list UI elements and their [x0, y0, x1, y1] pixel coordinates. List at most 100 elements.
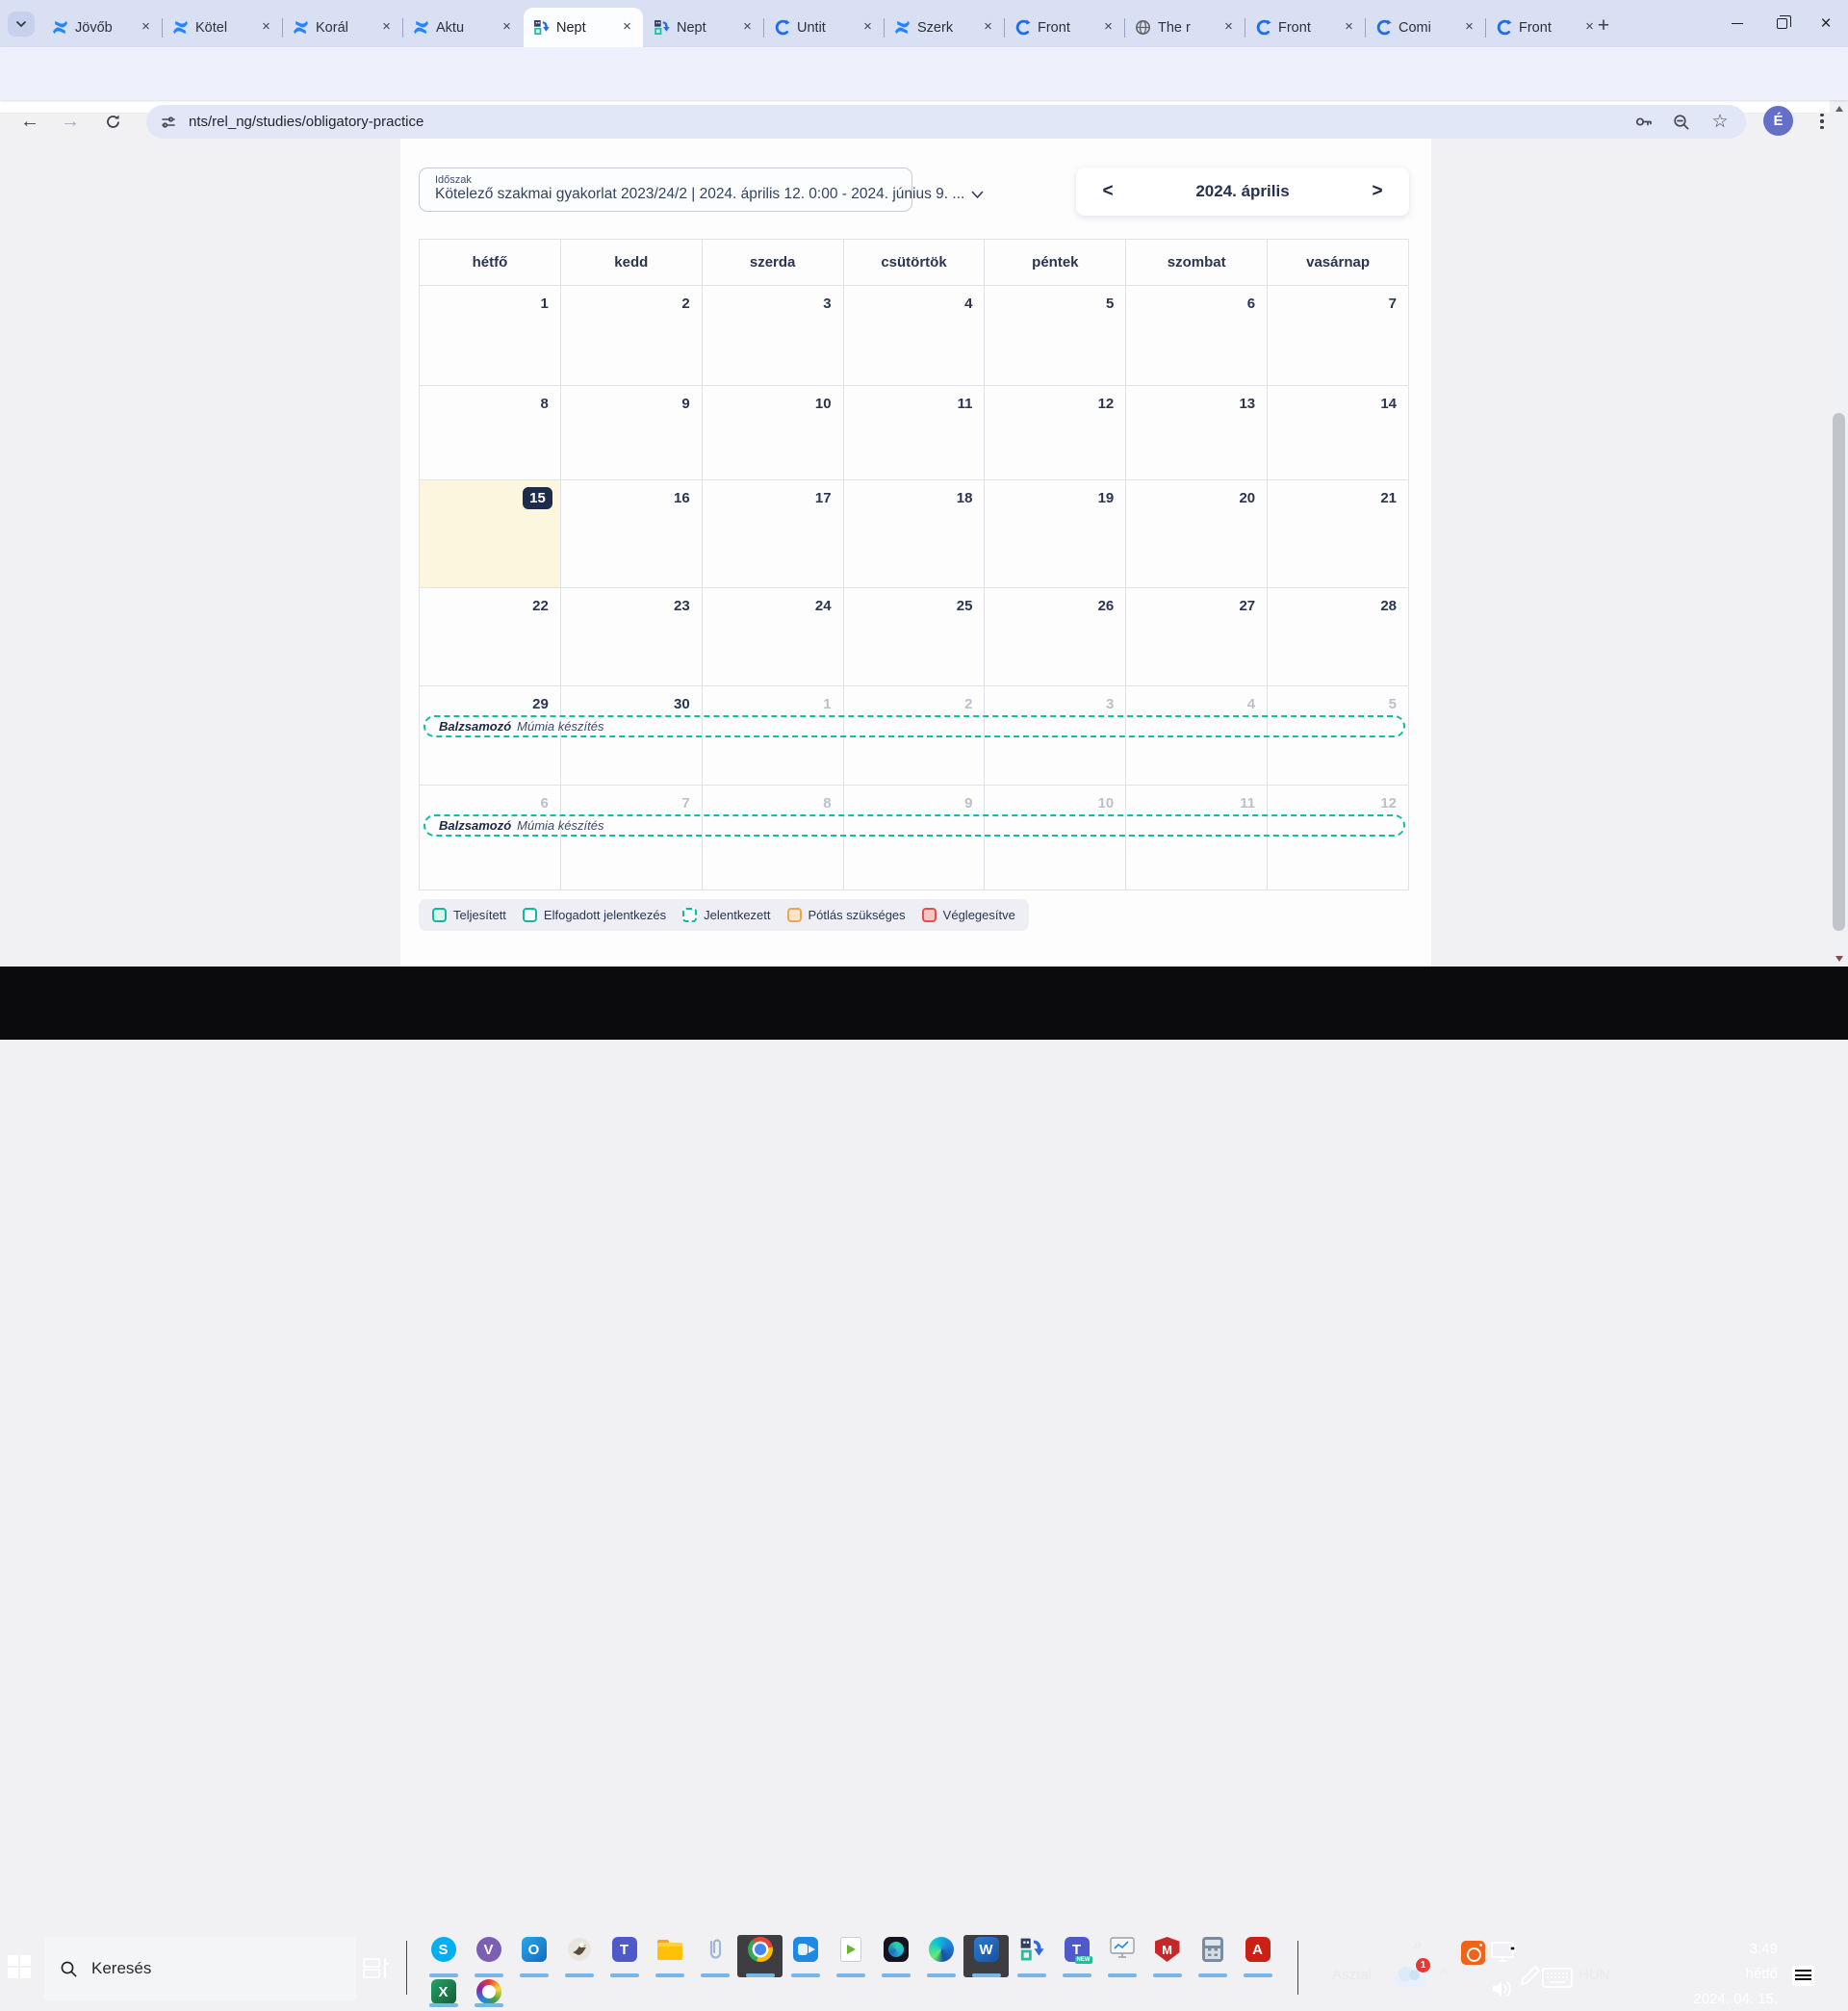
browser-menu-button[interactable] [1813, 108, 1831, 135]
calendar-day[interactable]: 16 [560, 480, 703, 588]
next-month-button[interactable]: > [1365, 181, 1390, 202]
meet-camera-taskbar-button[interactable] [783, 1935, 828, 1977]
browser-tab[interactable]: Szerk × [885, 8, 1004, 47]
calendar-day[interactable]: 4 [843, 286, 986, 386]
folder-taskbar-button[interactable] [647, 1935, 692, 1977]
saved-password-icon[interactable] [1630, 110, 1656, 135]
tab-close-button[interactable]: × [258, 19, 274, 36]
scrollbar-thumb[interactable] [1833, 413, 1845, 931]
zoom-out-icon[interactable] [1669, 110, 1694, 135]
neptun-taskbar-button[interactable] [1009, 1935, 1054, 1977]
pen-tray-icon[interactable] [1517, 1964, 1542, 1996]
hidden-icons-chevron[interactable]: ^ [1440, 1966, 1448, 1983]
tab-close-button[interactable]: × [739, 19, 756, 36]
calendar-day[interactable]: 21 [1268, 480, 1409, 588]
browser-tab[interactable]: Jövőb × [42, 8, 162, 47]
prev-month-button[interactable]: < [1095, 181, 1120, 202]
scroll-up-arrow[interactable] [1830, 100, 1848, 116]
reload-button[interactable] [96, 105, 129, 138]
calendar-day[interactable]: 25 [843, 588, 986, 686]
word-taskbar-button[interactable]: W [963, 1935, 1009, 1977]
period-select[interactable]: Időszak Kötelező szakmai gyakorlat 2023/… [419, 168, 984, 212]
tab-close-button[interactable]: × [1220, 19, 1237, 36]
tab-close-button[interactable]: × [1100, 19, 1116, 36]
calendar-day[interactable]: 22 [420, 588, 561, 686]
paint-taskbar-button[interactable] [466, 1977, 511, 2007]
browser-tab[interactable]: Front × [1486, 8, 1605, 47]
skype-taskbar-button[interactable]: S [421, 1935, 466, 1977]
acrobat-taskbar-button[interactable]: A [1235, 1935, 1280, 1977]
calendar-day[interactable]: 18 [843, 480, 986, 588]
back-button[interactable]: ← [13, 105, 46, 138]
calendar-day[interactable]: 23 [560, 588, 703, 686]
tab-search-button[interactable] [8, 12, 35, 37]
edge-taskbar-button[interactable] [918, 1935, 963, 1977]
calendar-day[interactable]: 13 [1126, 386, 1269, 480]
toolbar-overflow-chevron[interactable]: » [1413, 1935, 1422, 1954]
close-button[interactable]: × [1804, 0, 1848, 47]
calendar-day[interactable]: 1 [420, 286, 561, 386]
network-tray-icon[interactable] [1490, 1941, 1517, 1971]
tab-close-button[interactable]: × [860, 19, 876, 36]
calendar-day[interactable]: 7 [1268, 286, 1409, 386]
task-view-button[interactable] [362, 1954, 391, 1981]
calendar-day[interactable]: 12 [985, 386, 1127, 480]
profile-avatar[interactable]: É [1763, 106, 1793, 136]
taskbar-clock[interactable]: 3:49 hétfő 2024. 04. 15. [1693, 1937, 1778, 2011]
tab-close-button[interactable]: × [1461, 19, 1477, 36]
browser-tab[interactable]: Front × [1245, 8, 1365, 47]
practice-event-bar[interactable]: Balzsamozó Múmia készítés [424, 715, 1405, 737]
tab-close-button[interactable]: × [1341, 19, 1357, 36]
practice-event-bar[interactable]: Balzsamozó Múmia készítés [424, 814, 1405, 837]
calendar-day[interactable]: 24 [702, 588, 844, 686]
calendar-day[interactable]: 20 [1126, 480, 1269, 588]
calendar-day[interactable]: 14 [1268, 386, 1409, 480]
teams-taskbar-button[interactable]: T [602, 1935, 647, 1977]
calendar-day[interactable]: 5 [985, 286, 1127, 386]
calendar-day[interactable]: 10 [985, 786, 1127, 890]
minimize-button[interactable] [1715, 0, 1759, 47]
calendar-day[interactable]: 2 [560, 286, 703, 386]
taskbar-search[interactable]: Keresés [44, 1937, 356, 2000]
outlook-taskbar-button[interactable]: O [511, 1935, 556, 1977]
chrome-taskbar-button[interactable] [737, 1935, 783, 1977]
tab-close-button[interactable]: × [499, 19, 515, 36]
calendar-day[interactable]: 9 [843, 786, 986, 890]
restore-button[interactable] [1759, 0, 1804, 47]
teams-new-taskbar-button[interactable]: T NEW [1054, 1935, 1099, 1977]
calendar-day[interactable]: 19 [985, 480, 1127, 588]
eagle-taskbar-button[interactable] [556, 1935, 602, 1977]
calendar-day[interactable]: 27 [1126, 588, 1269, 686]
calendar-day[interactable]: 6 [420, 786, 561, 890]
calculator-taskbar-button[interactable] [1190, 1935, 1235, 1977]
browser-tab[interactable]: Nept × [644, 8, 763, 47]
calendar-day[interactable]: 11 [843, 386, 986, 480]
calendar-day[interactable]: 6 [1126, 286, 1269, 386]
browser-tab[interactable]: Untit × [764, 8, 884, 47]
calendar-day-today[interactable]: 15 [420, 480, 561, 588]
calendar-day[interactable]: 12 [1268, 786, 1409, 890]
mcafee-taskbar-button[interactable]: M [1144, 1935, 1190, 1977]
calendar-day[interactable]: 17 [702, 480, 844, 588]
calendar-day[interactable]: 28 [1268, 588, 1409, 686]
volume-tray-icon[interactable] [1490, 1977, 1515, 2005]
tab-close-button[interactable]: × [138, 19, 154, 36]
calendar-day[interactable]: 7 [560, 786, 703, 890]
new-tab-button[interactable]: + [1590, 13, 1617, 40]
browser-tab[interactable]: The r × [1125, 8, 1245, 47]
calendar-day[interactable]: 9 [560, 386, 703, 480]
browser-tab[interactable]: Aktu × [403, 8, 523, 47]
calendar-day[interactable]: 8 [420, 386, 561, 480]
excel-taskbar-button[interactable]: X [421, 1977, 466, 2007]
browser-tab-active[interactable]: Nept × [524, 8, 643, 47]
language-indicator[interactable]: HUN [1578, 1967, 1610, 1983]
tab-close-button[interactable]: × [619, 19, 635, 36]
tab-close-button[interactable]: × [378, 19, 395, 36]
webex-taskbar-button[interactable] [873, 1935, 918, 1977]
browser-tab[interactable]: Korál × [283, 8, 402, 47]
address-bar[interactable]: nts/rel_ng/studies/obligatory-practice ☆ [146, 105, 1746, 139]
viber-taskbar-button[interactable]: V [466, 1935, 511, 1977]
paperclip-taskbar-button[interactable] [692, 1935, 737, 1977]
bookmark-star-icon[interactable]: ☆ [1707, 110, 1732, 135]
action-center-button[interactable] [1792, 1966, 1814, 1986]
